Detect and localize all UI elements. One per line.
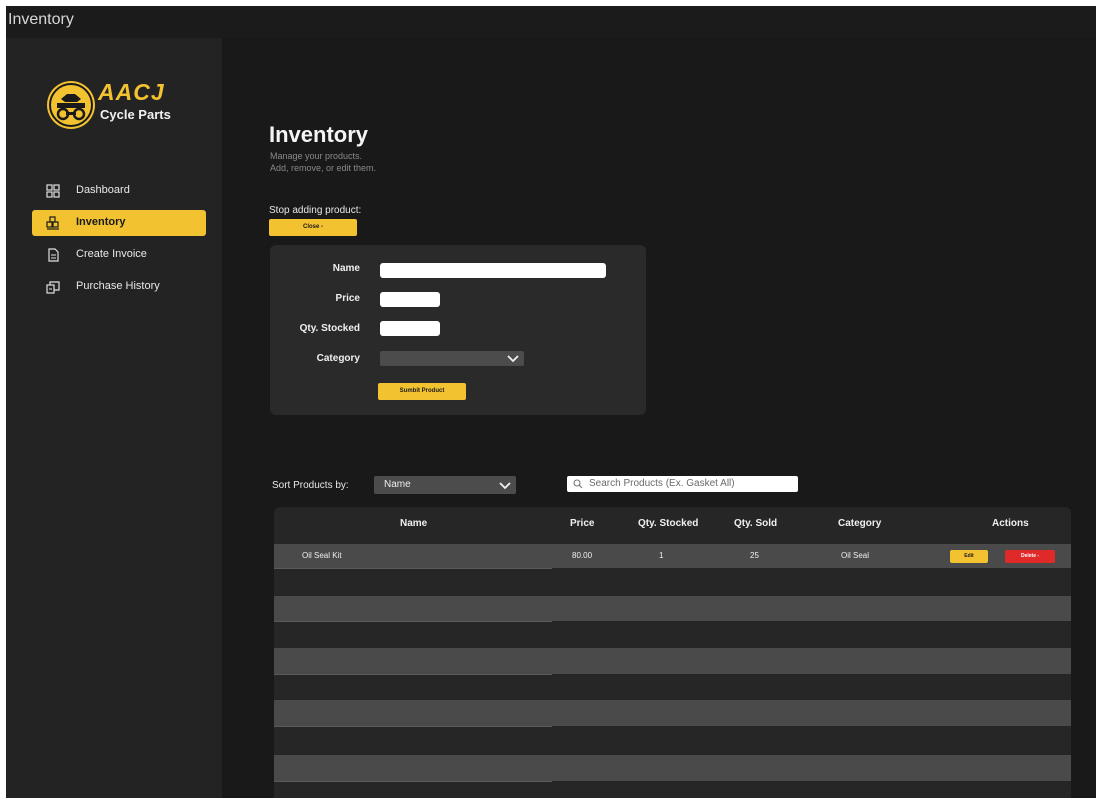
sort-label: Sort Products by: [272,480,349,491]
column-header-category: Category [838,518,882,529]
brand-tagline: Cycle Parts [100,107,171,122]
sort-selected-value: Name [384,479,411,490]
row-divider [274,781,552,782]
title-bar: Inventory [6,6,1096,38]
page-title: Inventory [269,122,369,147]
search-icon [573,479,583,489]
column-header-qty-sold: Qty. Sold [734,518,778,529]
inventory-boxes-icon [46,216,59,230]
app-window: Inventory AACJ Cycle Parts Dashboard Inv… [6,6,1096,798]
nav-label: Dashboard [76,184,130,196]
name-label: Name [332,263,360,274]
nav-item-create-invoice[interactable]: Create Invoice [32,242,206,268]
page-description: Add, remove, or edit them. [270,163,377,173]
main-content: Inventory Manage your products. Add, rem… [222,38,1096,798]
qty-stocked-label: Qty. Stocked [299,323,360,334]
category-select[interactable] [380,351,524,366]
table-row-empty [274,675,1071,701]
sidebar: AACJ Cycle Parts Dashboard Inventory Cre… [6,38,222,798]
chevron-down-icon [499,482,511,490]
cell-qty-sold: 25 [750,551,759,560]
products-table: Name Price Qty. Stocked Qty. Sold Catego… [274,507,1071,798]
table-row-empty [274,648,1071,674]
search-input[interactable]: Search Products (Ex. Gasket All) [567,476,798,492]
brand-logo [47,81,95,129]
name-field[interactable] [380,263,606,278]
cell-category: Oil Seal [841,551,870,560]
stop-adding-label: Stop adding product: [269,205,362,216]
close-form-button[interactable]: Close - [269,219,357,236]
column-header-actions: Actions [992,518,1029,529]
nav-label: Create Invoice [76,248,147,260]
price-label: Price [335,293,360,304]
nav-label: Inventory [76,216,126,228]
nav-label: Purchase History [76,280,160,292]
submit-product-button[interactable]: Sumbit Product [378,383,466,400]
column-header-name: Name [400,518,428,529]
table-row-empty [274,727,1071,754]
window-title: Inventory [8,11,74,28]
edit-button[interactable]: Edit [950,550,988,563]
table-row: Oil Seal Kit 80.00 1 25 Oil Seal Edit De… [274,544,1071,568]
qty-stocked-field[interactable] [380,321,440,336]
purchase-history-icon [46,281,60,294]
search-placeholder: Search Products (Ex. Gasket All) [589,478,735,489]
chevron-down-icon [507,355,519,363]
nav-item-dashboard[interactable]: Dashboard [32,178,206,204]
table-row-empty [274,596,1071,621]
nav-item-purchase-history[interactable]: Purchase History [32,274,206,300]
table-row-empty [274,622,1071,648]
table-row-empty [274,700,1071,726]
column-header-price: Price [570,518,595,529]
sort-select[interactable]: Name [374,476,516,494]
cell-name: Oil Seal Kit [302,551,342,560]
brand-name: AACJ [98,79,165,105]
add-product-form: Name Price Qty. Stocked Category Sumbit … [270,245,646,415]
page-description: Manage your products. [270,151,363,161]
nav-item-inventory[interactable]: Inventory [32,210,206,236]
cell-price: 80.00 [572,551,593,560]
price-field[interactable] [380,292,440,307]
motorcycle-logo-icon [49,83,93,127]
table-row-empty [274,569,1071,595]
column-header-qty-stocked: Qty. Stocked [638,518,699,529]
table-row-empty [274,755,1071,781]
invoice-document-icon [48,248,59,262]
delete-button[interactable]: Delete - [1005,550,1055,563]
cell-qty-stocked: 1 [659,551,664,560]
dashboard-grid-icon [46,184,60,198]
category-label: Category [316,353,360,364]
